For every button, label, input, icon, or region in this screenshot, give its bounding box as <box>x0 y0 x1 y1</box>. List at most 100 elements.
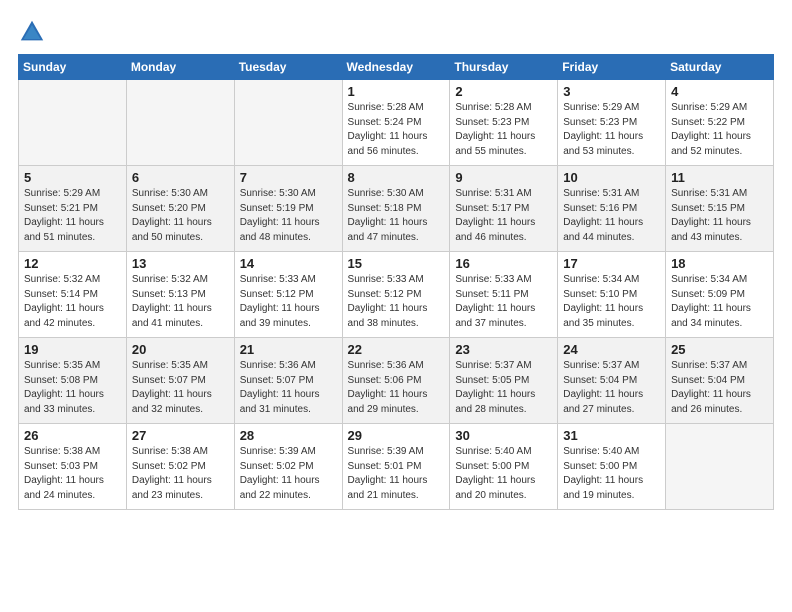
day-info: Sunrise: 5:36 AM Sunset: 5:06 PM Dayligh… <box>348 359 445 417</box>
day-number: 3 <box>563 84 660 99</box>
calendar-cell <box>19 80 127 166</box>
main-container: SundayMondayTuesdayWednesdayThursdayFrid… <box>0 0 792 520</box>
calendar-week-row: 5Sunrise: 5:29 AM Sunset: 5:21 PM Daylig… <box>19 166 774 252</box>
calendar-cell: 28 Sunrise: 5:39 AM Sunset: 5:02 PM Dayli… <box>234 424 342 510</box>
day-number: 10 <box>563 170 660 185</box>
day-info: Sunrise: 5:40 AM Sunset: 5:00 PM Dayligh… <box>563 445 660 503</box>
day-info: Sunrise: 5:32 AM Sunset: 5:14 PM Dayligh… <box>24 273 121 331</box>
day-info: Sunrise: 5:29 AM Sunset: 5:21 PM Dayligh… <box>24 187 121 245</box>
weekday-header-saturday: Saturday <box>666 55 774 80</box>
calendar-cell <box>234 80 342 166</box>
calendar-cell: 14Sunrise: 5:33 AM Sunset: 5:12 PM Dayli… <box>234 252 342 338</box>
day-number: 17 <box>563 256 660 271</box>
day-number: 1 <box>348 84 445 99</box>
day-info: Sunrise: 5:29 AM Sunset: 5:22 PM Dayligh… <box>671 101 768 159</box>
calendar-cell: 15 Sunrise: 5:33 AM Sunset: 5:12 PM Dayli… <box>342 252 450 338</box>
day-info: Sunrise: 5:35 AM Sunset: 5:08 PM Dayligh… <box>24 359 121 417</box>
calendar-cell: 18Sunrise: 5:34 AM Sunset: 5:09 PM Dayli… <box>666 252 774 338</box>
calendar-cell: 16 Sunrise: 5:33 AM Sunset: 5:11 PM Dayli… <box>450 252 558 338</box>
calendar-week-row: 1 Sunrise: 5:28 AM Sunset: 5:24 PM Daylig… <box>19 80 774 166</box>
day-info: Sunrise: 5:37 AM Sunset: 5:04 PM Dayligh… <box>671 359 768 417</box>
calendar-week-row: 19Sunrise: 5:35 AM Sunset: 5:08 PM Dayli… <box>19 338 774 424</box>
calendar-cell: 12 Sunrise: 5:32 AM Sunset: 5:14 PM Dayli… <box>19 252 127 338</box>
day-info: Sunrise: 5:34 AM Sunset: 5:10 PM Dayligh… <box>563 273 660 331</box>
day-info: Sunrise: 5:33 AM Sunset: 5:11 PM Dayligh… <box>455 273 552 331</box>
weekday-header-thursday: Thursday <box>450 55 558 80</box>
weekday-header-sunday: Sunday <box>19 55 127 80</box>
weekday-header-tuesday: Tuesday <box>234 55 342 80</box>
calendar-cell: 27 Sunrise: 5:38 AM Sunset: 5:02 PM Dayli… <box>126 424 234 510</box>
day-number: 6 <box>132 170 229 185</box>
day-number: 8 <box>348 170 445 185</box>
calendar-cell: 3 Sunrise: 5:29 AM Sunset: 5:23 PM Daylig… <box>558 80 666 166</box>
day-number: 16 <box>455 256 552 271</box>
calendar-cell: 21 Sunrise: 5:36 AM Sunset: 5:07 PM Dayli… <box>234 338 342 424</box>
day-info: Sunrise: 5:30 AM Sunset: 5:19 PM Dayligh… <box>240 187 337 245</box>
day-number: 20 <box>132 342 229 357</box>
day-info: Sunrise: 5:33 AM Sunset: 5:12 PM Dayligh… <box>348 273 445 331</box>
day-number: 29 <box>348 428 445 443</box>
day-info: Sunrise: 5:38 AM Sunset: 5:03 PM Dayligh… <box>24 445 121 503</box>
day-info: Sunrise: 5:38 AM Sunset: 5:02 PM Dayligh… <box>132 445 229 503</box>
day-number: 28 <box>240 428 337 443</box>
calendar-cell: 25 Sunrise: 5:37 AM Sunset: 5:04 PM Dayli… <box>666 338 774 424</box>
weekday-header-row: SundayMondayTuesdayWednesdayThursdayFrid… <box>19 55 774 80</box>
day-info: Sunrise: 5:39 AM Sunset: 5:01 PM Dayligh… <box>348 445 445 503</box>
day-number: 12 <box>24 256 121 271</box>
day-info: Sunrise: 5:30 AM Sunset: 5:20 PM Dayligh… <box>132 187 229 245</box>
day-number: 31 <box>563 428 660 443</box>
day-info: Sunrise: 5:31 AM Sunset: 5:16 PM Dayligh… <box>563 187 660 245</box>
day-info: Sunrise: 5:28 AM Sunset: 5:24 PM Dayligh… <box>348 101 445 159</box>
day-number: 24 <box>563 342 660 357</box>
day-info: Sunrise: 5:31 AM Sunset: 5:15 PM Dayligh… <box>671 187 768 245</box>
calendar-cell: 8 Sunrise: 5:30 AM Sunset: 5:18 PM Daylig… <box>342 166 450 252</box>
calendar-cell: 31 Sunrise: 5:40 AM Sunset: 5:00 PM Dayli… <box>558 424 666 510</box>
calendar-table: SundayMondayTuesdayWednesdayThursdayFrid… <box>18 54 774 510</box>
calendar-cell: 26 Sunrise: 5:38 AM Sunset: 5:03 PM Dayli… <box>19 424 127 510</box>
day-info: Sunrise: 5:37 AM Sunset: 5:05 PM Dayligh… <box>455 359 552 417</box>
day-info: Sunrise: 5:36 AM Sunset: 5:07 PM Dayligh… <box>240 359 337 417</box>
calendar-cell: 20 Sunrise: 5:35 AM Sunset: 5:07 PM Dayli… <box>126 338 234 424</box>
calendar-cell: 7 Sunrise: 5:30 AM Sunset: 5:19 PM Daylig… <box>234 166 342 252</box>
logo-icon <box>18 18 46 46</box>
day-info: Sunrise: 5:37 AM Sunset: 5:04 PM Dayligh… <box>563 359 660 417</box>
calendar-cell <box>666 424 774 510</box>
calendar-week-row: 12 Sunrise: 5:32 AM Sunset: 5:14 PM Dayli… <box>19 252 774 338</box>
day-number: 25 <box>671 342 768 357</box>
day-number: 9 <box>455 170 552 185</box>
weekday-header-wednesday: Wednesday <box>342 55 450 80</box>
day-number: 22 <box>348 342 445 357</box>
day-number: 7 <box>240 170 337 185</box>
day-number: 23 <box>455 342 552 357</box>
day-info: Sunrise: 5:32 AM Sunset: 5:13 PM Dayligh… <box>132 273 229 331</box>
logo <box>18 18 48 46</box>
day-info: Sunrise: 5:39 AM Sunset: 5:02 PM Dayligh… <box>240 445 337 503</box>
day-info: Sunrise: 5:40 AM Sunset: 5:00 PM Dayligh… <box>455 445 552 503</box>
day-info: Sunrise: 5:30 AM Sunset: 5:18 PM Dayligh… <box>348 187 445 245</box>
calendar-cell: 1 Sunrise: 5:28 AM Sunset: 5:24 PM Daylig… <box>342 80 450 166</box>
day-number: 4 <box>671 84 768 99</box>
calendar-cell: 10 Sunrise: 5:31 AM Sunset: 5:16 PM Dayli… <box>558 166 666 252</box>
calendar-cell: 4 Sunrise: 5:29 AM Sunset: 5:22 PM Daylig… <box>666 80 774 166</box>
day-info: Sunrise: 5:35 AM Sunset: 5:07 PM Dayligh… <box>132 359 229 417</box>
calendar-cell: 2Sunrise: 5:28 AM Sunset: 5:23 PM Daylig… <box>450 80 558 166</box>
calendar-cell: 9Sunrise: 5:31 AM Sunset: 5:17 PM Daylig… <box>450 166 558 252</box>
day-info: Sunrise: 5:29 AM Sunset: 5:23 PM Dayligh… <box>563 101 660 159</box>
calendar-cell: 24 Sunrise: 5:37 AM Sunset: 5:04 PM Dayli… <box>558 338 666 424</box>
day-info: Sunrise: 5:28 AM Sunset: 5:23 PM Dayligh… <box>455 101 552 159</box>
day-number: 27 <box>132 428 229 443</box>
header <box>18 18 774 46</box>
calendar-cell: 5Sunrise: 5:29 AM Sunset: 5:21 PM Daylig… <box>19 166 127 252</box>
day-number: 21 <box>240 342 337 357</box>
weekday-header-friday: Friday <box>558 55 666 80</box>
weekday-header-monday: Monday <box>126 55 234 80</box>
calendar-cell <box>126 80 234 166</box>
calendar-cell: 17 Sunrise: 5:34 AM Sunset: 5:10 PM Dayli… <box>558 252 666 338</box>
day-info: Sunrise: 5:34 AM Sunset: 5:09 PM Dayligh… <box>671 273 768 331</box>
calendar-cell: 29 Sunrise: 5:39 AM Sunset: 5:01 PM Dayli… <box>342 424 450 510</box>
day-number: 26 <box>24 428 121 443</box>
calendar-cell: 19Sunrise: 5:35 AM Sunset: 5:08 PM Dayli… <box>19 338 127 424</box>
calendar-cell: 13Sunrise: 5:32 AM Sunset: 5:13 PM Dayli… <box>126 252 234 338</box>
day-info: Sunrise: 5:33 AM Sunset: 5:12 PM Dayligh… <box>240 273 337 331</box>
day-number: 15 <box>348 256 445 271</box>
